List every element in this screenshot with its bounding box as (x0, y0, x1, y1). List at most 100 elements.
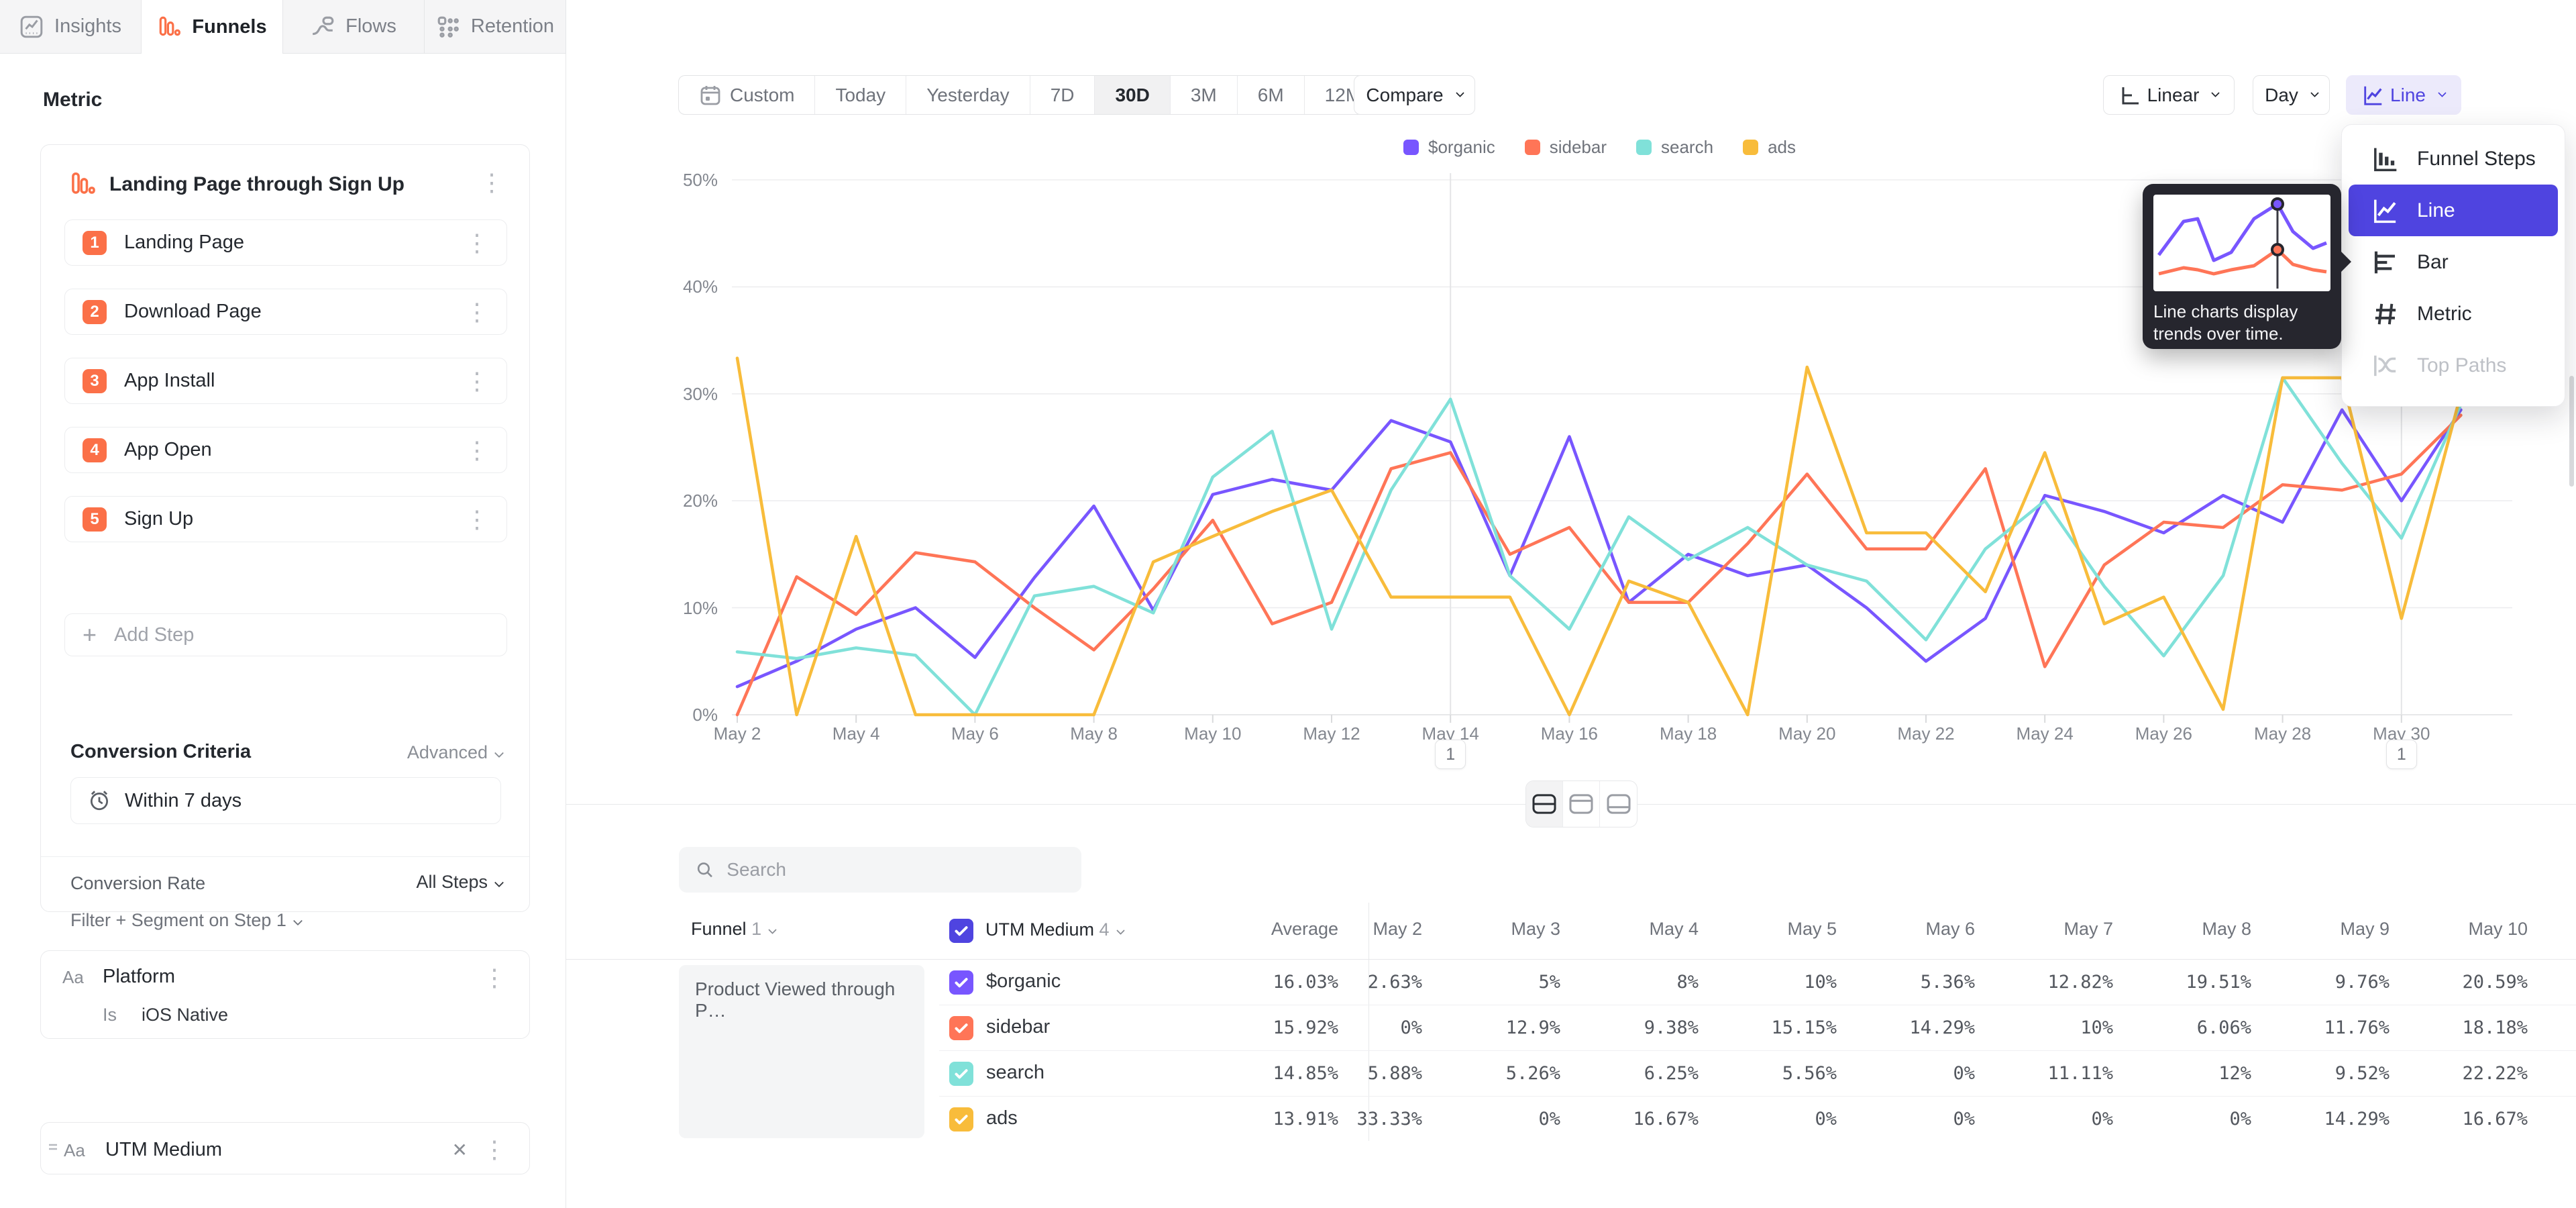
step-number-badge: 3 (83, 369, 107, 393)
funnel-step-row[interactable]: 2Download Page⋮ (64, 289, 507, 335)
metric-icon (2371, 300, 2400, 328)
menu-item-bar[interactable]: Bar (2349, 236, 2558, 288)
step-menu-icon[interactable]: ⋮ (465, 507, 489, 532)
layout-chart-only-button[interactable] (1563, 781, 1600, 827)
row-checkbox[interactable] (949, 1107, 973, 1131)
range-custom[interactable]: Custom (679, 76, 815, 114)
chart-type-dropdown[interactable]: Line (2346, 75, 2461, 115)
retention-icon (436, 15, 460, 39)
step-menu-icon[interactable]: ⋮ (465, 231, 489, 255)
tab-flows[interactable]: Flows (283, 0, 425, 53)
date-column-header[interactable]: May 10 (2468, 919, 2528, 940)
date-column-header[interactable]: May 7 (2063, 919, 2113, 940)
average-value: 14.85% (1273, 1063, 1338, 1084)
x-axis-label: May 18 (1660, 723, 1717, 744)
range-7d[interactable]: 7D (1030, 76, 1095, 114)
filter-segment-dropdown[interactable]: Filter + Segment on Step 1 (70, 910, 301, 931)
legend-item[interactable]: search (1636, 137, 1713, 158)
table-search (679, 847, 1081, 893)
menu-item-funnel-steps[interactable]: Funnel Steps (2349, 133, 2558, 185)
row-checkbox[interactable] (949, 1062, 973, 1086)
date-column-header[interactable]: May 8 (2202, 919, 2251, 940)
x-axis-label: May 16 (1541, 723, 1598, 744)
row-checkbox[interactable] (949, 970, 973, 995)
add-step-button[interactable]: + Add Step (64, 613, 507, 656)
date-column-header[interactable]: May 9 (2340, 919, 2390, 940)
range-3m[interactable]: 3M (1171, 76, 1238, 114)
step-label: App Open (124, 439, 447, 461)
cell-value: 0% (2091, 1109, 2113, 1129)
range-30d[interactable]: 30D (1095, 76, 1170, 114)
filter-menu-icon[interactable]: ⋮ (482, 966, 506, 990)
clock-icon (87, 789, 111, 813)
tab-insights[interactable]: Insights (0, 0, 142, 53)
funnel-step-row[interactable]: 5Sign Up⋮ (64, 496, 507, 542)
average-column-header[interactable]: Average (1271, 919, 1338, 940)
date-column-header[interactable]: May 5 (1787, 919, 1837, 940)
series-line-ads[interactable] (737, 358, 2461, 715)
range-label: 6M (1258, 85, 1284, 106)
row-label: sidebar (986, 1016, 1050, 1038)
series-line-search[interactable] (737, 378, 2461, 715)
funnel-step-row[interactable]: 4App Open⋮ (64, 427, 507, 473)
filter-operator[interactable]: Is (103, 1005, 117, 1025)
conversion-rate-dropdown[interactable]: All Steps (416, 872, 502, 893)
date-column-header[interactable]: May 3 (1511, 919, 1560, 940)
step-menu-icon[interactable]: ⋮ (465, 369, 489, 393)
funnel-step-row[interactable]: 3App Install⋮ (64, 358, 507, 404)
menu-item-metric[interactable]: Metric (2349, 288, 2558, 340)
tab-insights-label: Insights (54, 15, 121, 38)
funnel-column-header[interactable]: Funnel 1 (691, 919, 775, 940)
y-axis-label: 40% (637, 276, 718, 297)
filter-property[interactable]: Platform (103, 966, 175, 988)
search-input[interactable] (727, 859, 1065, 880)
step-label: Landing Page (124, 232, 447, 254)
table-row: ads13.91%33.33%0%16.67%0%0%0%0%14.29%16.… (566, 1097, 2576, 1142)
breakdown-menu-icon[interactable]: ⋮ (482, 1138, 506, 1162)
funnel-card-menu-icon[interactable]: ⋮ (480, 170, 504, 195)
breakdown-property[interactable]: UTM Medium (105, 1139, 222, 1161)
remove-breakdown-icon[interactable]: ✕ (452, 1139, 468, 1161)
tab-funnels[interactable]: Funnels (142, 0, 283, 54)
scale-dropdown[interactable]: Linear (2103, 75, 2235, 115)
compare-button[interactable]: Compare (1354, 75, 1475, 115)
breakdown-column-header[interactable]: UTM Medium 4 (949, 919, 1124, 943)
step-menu-icon[interactable]: ⋮ (465, 300, 489, 324)
table-row: search14.85%5.88%5.26%6.25%5.56%0%11.11%… (566, 1051, 2576, 1097)
conversion-window-row[interactable]: Within 7 days (70, 777, 501, 824)
tab-flows-label: Flows (345, 15, 396, 38)
cell-value: 8% (1676, 972, 1699, 993)
menu-item-line[interactable]: Line (2349, 185, 2558, 236)
bar-icon (2371, 248, 2400, 276)
select-all-checkbox[interactable] (949, 919, 973, 943)
cell-value: 16.67% (2462, 1109, 2528, 1129)
drag-handle-icon[interactable] (48, 1140, 61, 1160)
line-chart-icon (2362, 84, 2385, 107)
layout-table-only-button[interactable] (1600, 781, 1637, 827)
x-axis-label: May 20 (1778, 723, 1835, 744)
funnel-step-row[interactable]: 1Landing Page⋮ (64, 219, 507, 266)
range-yesterday[interactable]: Yesterday (906, 76, 1030, 114)
granularity-dropdown[interactable]: Day (2253, 75, 2330, 115)
scrollbar-thumb[interactable] (2569, 376, 2574, 487)
date-column-header[interactable]: May 6 (1925, 919, 1975, 940)
filter-value[interactable]: iOS Native (142, 1005, 228, 1025)
layout-split-button[interactable] (1526, 781, 1563, 827)
row-checkbox[interactable] (949, 1016, 973, 1040)
date-column-header[interactable]: May 4 (1649, 919, 1699, 940)
range-6m[interactable]: 6M (1238, 76, 1305, 114)
tab-retention[interactable]: Retention (425, 0, 566, 53)
query-builder-sidebar: Metric Landing Page through Sign Up ⋮ 1L… (0, 54, 566, 1208)
advanced-dropdown[interactable]: Advanced (407, 742, 502, 763)
legend-item[interactable]: $organic (1403, 137, 1495, 158)
tab-retention-label: Retention (471, 15, 554, 38)
legend-item[interactable]: ads (1743, 137, 1796, 158)
range-today[interactable]: Today (815, 76, 906, 114)
legend-item[interactable]: sidebar (1525, 137, 1607, 158)
step-number-badge: 2 (83, 300, 107, 324)
annotation-badge[interactable]: 1 (1435, 740, 1466, 769)
date-column-header[interactable]: May 2 (1373, 919, 1422, 940)
report-type-tabs: Insights Funnels Flows Retention (0, 0, 566, 54)
annotation-badge[interactable]: 1 (2386, 740, 2417, 769)
step-menu-icon[interactable]: ⋮ (465, 438, 489, 462)
